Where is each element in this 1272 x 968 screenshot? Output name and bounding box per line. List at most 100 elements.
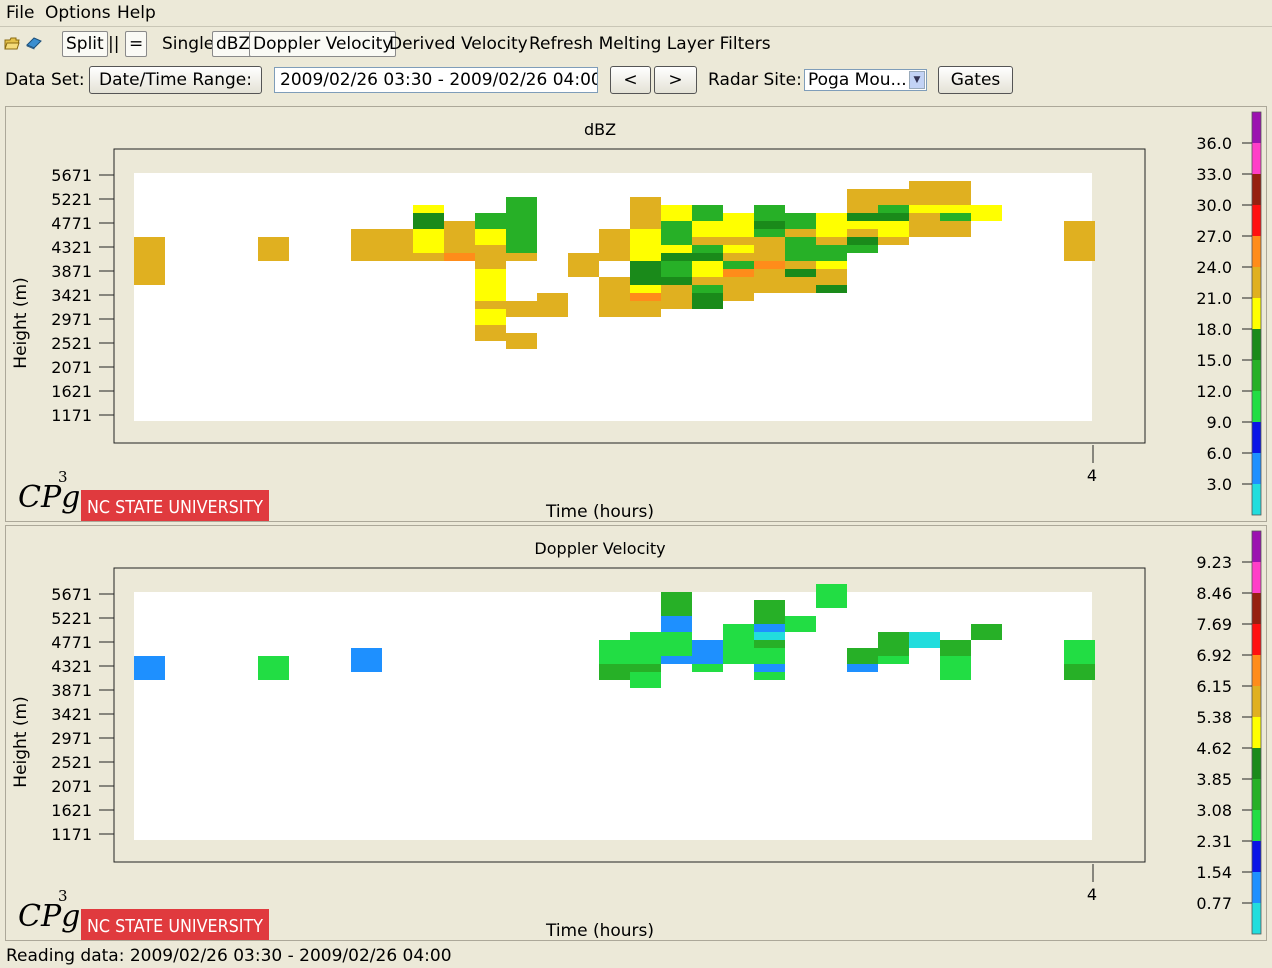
colorbar-segment	[1252, 562, 1261, 593]
chevron-down-icon[interactable]: ▼	[909, 71, 925, 89]
cpg-logo-text: CPg	[18, 480, 80, 515]
single-button[interactable]: Single	[158, 31, 218, 57]
y-tick-label: 3871	[51, 681, 92, 700]
colorbar-segment	[1252, 329, 1261, 360]
chart-title: dBZ	[584, 120, 616, 139]
radar-site-value: Poga Mou...	[808, 70, 907, 90]
data-cell	[785, 213, 816, 229]
y-axis-label: Height (m)	[11, 696, 31, 787]
y-tick-label: 1621	[51, 382, 92, 401]
toolbar: Split || = Single dBZ Doppler Velocity D…	[0, 28, 1272, 60]
colorbar-tick-label: 21.0	[1196, 289, 1232, 308]
dataset-label: Data Set:	[5, 70, 85, 90]
prev-button[interactable]: <	[610, 66, 651, 94]
data-cell	[134, 656, 165, 680]
data-cell	[475, 325, 506, 341]
colorbar-tick-label: 9.0	[1207, 413, 1232, 432]
colorbar-tick-label: 27.0	[1196, 227, 1232, 246]
derived-velocity-button[interactable]: Derived Velocity	[385, 31, 532, 57]
colorbar-segment	[1252, 267, 1261, 298]
y-tick-label: 5221	[51, 190, 92, 209]
status-bar: Reading data: 2009/02/26 03:30 - 2009/02…	[6, 946, 452, 966]
colorbar-segment	[1252, 872, 1261, 903]
colorbar-segment	[1252, 655, 1261, 686]
menu-file[interactable]: File	[6, 3, 34, 23]
x-axis-label: Time (hours)	[545, 502, 654, 521]
menu-help[interactable]: Help	[117, 3, 156, 23]
y-tick-label: 4321	[51, 238, 92, 257]
data-cell	[599, 301, 630, 317]
colorbar-tick-label: 2.31	[1196, 832, 1232, 851]
x-tick-label: 4	[1087, 466, 1097, 485]
radar-site-label: Radar Site:	[708, 70, 802, 90]
data-cell	[506, 301, 537, 317]
y-tick-label: 5671	[51, 166, 92, 185]
y-tick-label: 5671	[51, 585, 92, 604]
colorbar-segment	[1252, 593, 1261, 624]
parallel-button[interactable]: ||	[104, 31, 123, 57]
colorbar-segment	[1252, 422, 1261, 453]
cpg-logo-superscript: 3	[58, 887, 68, 905]
colorbar-segment	[1252, 453, 1261, 484]
split-button[interactable]: Split	[62, 31, 108, 57]
y-tick-label: 1171	[51, 406, 92, 425]
data-cell	[816, 213, 847, 229]
dbz-button[interactable]: dBZ	[212, 31, 255, 57]
dbz-chart[interactable]: dBZ 5671 5221 4771 4321 3871 3421 2971 2521 2071 1…	[6, 107, 1266, 521]
colorbar-segment	[1252, 624, 1261, 655]
colorbar-tick-label: 30.0	[1196, 196, 1232, 215]
data-cell	[351, 648, 382, 672]
y-tick-label: 4771	[51, 633, 92, 652]
data-cell	[475, 229, 506, 245]
colorbar-tick-label: 5.38	[1196, 708, 1232, 727]
colorbar-tick-label: 3.0	[1207, 475, 1232, 494]
colorbar-tick-label: 18.0	[1196, 320, 1232, 339]
colorbar-tick-label: 6.15	[1196, 677, 1232, 696]
datetime-range-button[interactable]: Date/Time Range:	[89, 66, 262, 94]
book-icon[interactable]	[26, 36, 42, 50]
y-tick-label: 2971	[51, 729, 92, 748]
colorbar-segment	[1252, 298, 1261, 329]
data-cell	[909, 632, 940, 648]
data-cell	[661, 592, 692, 608]
data-cell	[847, 648, 878, 664]
refresh-melting-layer-button[interactable]: Refresh Melting Layer Filters	[525, 31, 775, 57]
menu-options[interactable]: Options	[45, 3, 111, 23]
y-tick-label: 2521	[51, 753, 92, 772]
chart-title: Doppler Velocity	[534, 539, 665, 558]
data-cell	[134, 261, 165, 285]
data-cell	[971, 624, 1002, 640]
next-button[interactable]: >	[654, 66, 697, 94]
menu-bar: File Options Help	[0, 0, 1272, 27]
ncsu-logo-text: NC STATE UNIVERSITY	[87, 497, 264, 518]
open-folder-icon[interactable]	[4, 36, 20, 50]
data-cell	[1064, 640, 1095, 664]
colorbar-tick-label: 3.85	[1196, 770, 1232, 789]
data-cell	[506, 333, 537, 349]
equal-button[interactable]: =	[125, 31, 148, 57]
colorbar-tick-label: 33.0	[1196, 165, 1232, 184]
datetime-range-field[interactable]: 2009/02/26 03:30 - 2009/02/26 04:00	[274, 67, 598, 93]
data-cell	[630, 229, 661, 245]
colorbar-segment	[1252, 391, 1261, 422]
data-cell	[351, 229, 382, 253]
colorbar-tick-label: 4.62	[1196, 739, 1232, 758]
data-cell	[630, 197, 661, 229]
x-tick-label: 4	[1087, 885, 1097, 904]
y-tick-label: 2521	[51, 334, 92, 353]
data-cell	[537, 293, 568, 309]
colorbar-segment	[1252, 143, 1261, 174]
colorbar-segment	[1252, 810, 1261, 841]
data-cell	[816, 584, 847, 600]
colorbar-segment	[1252, 841, 1261, 872]
gates-button[interactable]: Gates	[938, 66, 1013, 94]
doppler-velocity-button[interactable]: Doppler Velocity	[249, 31, 397, 57]
data-cell	[754, 600, 785, 616]
radar-site-select[interactable]: Poga Mou... ▼	[804, 69, 927, 91]
data-cell	[599, 277, 630, 293]
data-cell	[134, 237, 165, 261]
y-tick-label: 2971	[51, 310, 92, 329]
data-cell	[599, 640, 630, 664]
doppler-velocity-chart[interactable]: Doppler Velocity 5671 5221 4771 4321 3871 3421…	[6, 526, 1266, 940]
data-cell	[940, 664, 971, 680]
